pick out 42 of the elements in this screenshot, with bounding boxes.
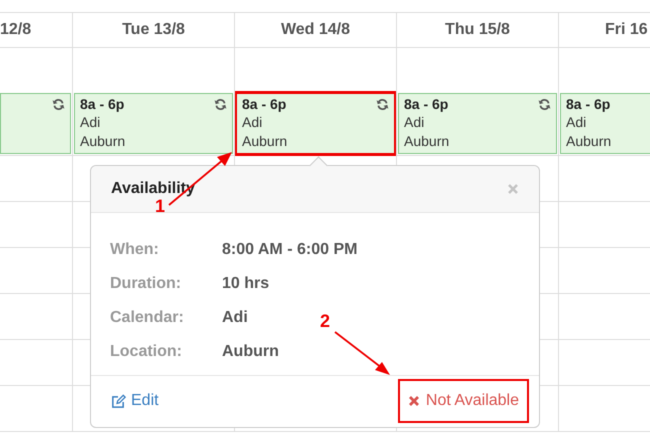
day-header: Wed 14/8: [280, 21, 350, 38]
day-header: Fri 16: [605, 21, 648, 38]
event-calendar: Adi: [242, 113, 262, 132]
detail-label: Calendar:: [110, 309, 185, 327]
day-header: Tue 13/8: [122, 21, 185, 38]
edit-link[interactable]: Edit: [110, 392, 159, 410]
detail-value: Adi: [222, 309, 248, 327]
availability-event[interactable]: 8a - 6p Adi Auburn: [560, 93, 650, 154]
detail-value: Auburn: [222, 343, 279, 361]
refresh-icon: [214, 98, 227, 110]
event-calendar: Adi: [404, 113, 424, 132]
availability-event[interactable]: 8a - 6p Adi Auburn: [236, 93, 395, 154]
event-calendar: Adi: [566, 113, 586, 132]
refresh-icon: [52, 98, 65, 110]
refresh-icon: [376, 98, 389, 110]
close-icon[interactable]: [507, 183, 519, 195]
annotation-number: 1: [155, 196, 166, 216]
availability-event[interactable]: [0, 93, 71, 154]
availability-event[interactable]: 8a - 6p Adi Auburn: [398, 93, 557, 154]
availability-event[interactable]: 8a - 6p Adi Auburn: [74, 93, 233, 154]
event-location: Auburn: [242, 132, 288, 151]
annotation-number: 2: [320, 311, 330, 331]
not-available-button[interactable]: Not Available: [398, 379, 529, 423]
detail-label: Duration:: [110, 275, 182, 293]
detail-value: 10 hrs: [222, 275, 270, 293]
event-location: Auburn: [404, 132, 450, 151]
event-time: 8a - 6p: [566, 96, 610, 112]
detail-label: Location:: [110, 343, 183, 361]
day-header: Thu 15/8: [445, 21, 510, 38]
edit-icon: [110, 394, 126, 408]
event-location: Auburn: [566, 132, 612, 151]
event-location: Auburn: [80, 132, 126, 151]
detail-label: When:: [110, 241, 160, 259]
detail-value: 8:00 AM - 6:00 PM: [222, 241, 358, 259]
refresh-icon: [538, 98, 551, 110]
event-time: 8a - 6p: [242, 96, 286, 112]
day-header: 12/8: [0, 21, 32, 38]
annotation-arrow: [334, 331, 390, 375]
event-time: 8a - 6p: [80, 96, 124, 112]
event-time: 8a - 6p: [404, 96, 448, 112]
cross-icon: [408, 395, 420, 407]
event-calendar: Adi: [80, 113, 100, 132]
